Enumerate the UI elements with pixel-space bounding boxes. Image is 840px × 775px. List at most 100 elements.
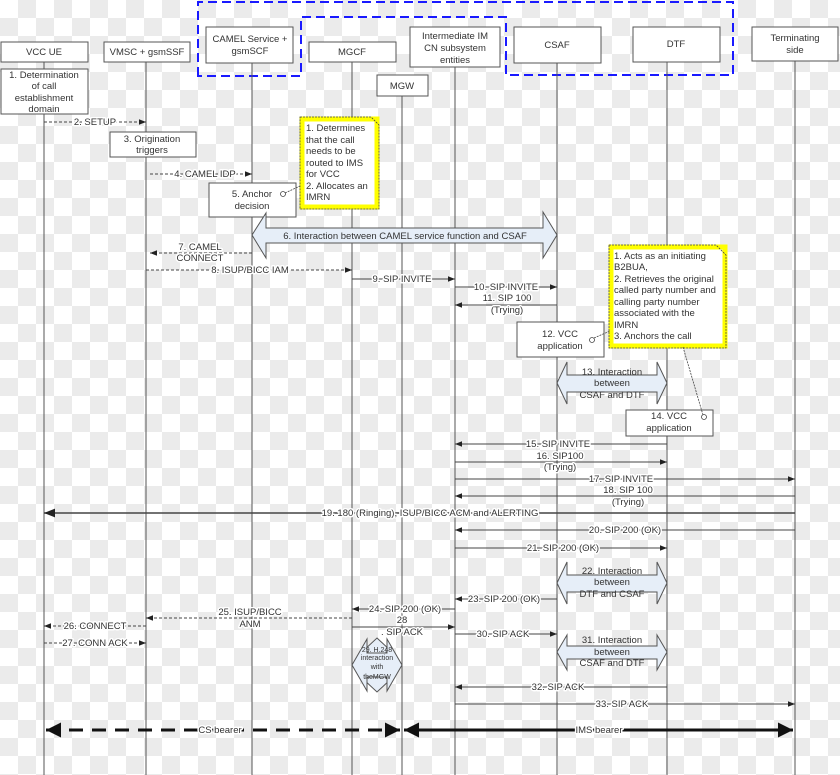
svg-text:21. SIP 200 (OK): 21. SIP 200 (OK) [527, 543, 599, 554]
svg-text:31. Interaction: 31. Interaction [582, 635, 642, 646]
svg-text:(Trying): (Trying) [491, 305, 523, 316]
svg-text:between: between [594, 378, 630, 389]
msg-30-sip-ack: 30. SIP ACK [455, 628, 557, 642]
svg-text:for VCC: for VCC [306, 169, 340, 180]
svg-text:entities: entities [440, 55, 470, 66]
participant-im-cn: Intermediate IMCN subsystementities [409, 26, 501, 68]
svg-text:CONNECT: CONNECT [177, 253, 224, 264]
svg-text:CN subsystem: CN subsystem [424, 43, 486, 54]
step-1-box: 1. Determinationof callestablishmentdoma… [0, 68, 89, 115]
svg-text:of call: of call [32, 81, 57, 92]
svg-text:IMS bearer: IMS bearer [576, 725, 623, 736]
svg-text:CSAF and DTF: CSAF and DTF [580, 390, 645, 401]
step-3-box: 3. Originationtriggers [109, 131, 197, 158]
svg-text:3. Origination: 3. Origination [124, 134, 181, 145]
svg-text:1. Acts as an initiating: 1. Acts as an initiating [614, 251, 706, 262]
svg-text:B2BUA,: B2BUA, [614, 262, 648, 273]
participant-camel: CAMEL Service +gsmSCF [205, 26, 294, 64]
svg-text:application: application [646, 423, 691, 434]
svg-text:13. Interaction: 13. Interaction [582, 367, 642, 378]
svg-text:DTF and CSAF: DTF and CSAF [580, 589, 645, 600]
svg-text:12. VCC: 12. VCC [542, 329, 578, 340]
msg-10-sip-invite: 10. SIP INVITE [455, 281, 557, 295]
svg-text:26. CONNECT: 26. CONNECT [64, 621, 127, 632]
svg-text:with: with [370, 664, 384, 671]
svg-text:7. CAMEL: 7. CAMEL [178, 242, 221, 253]
msg-23-sip-200: 23. SIP 200 (OK) [455, 593, 557, 607]
svg-text:application: application [537, 341, 582, 352]
sequence-diagram: VCC UE VMSC + gsmSSF CAMEL Service +gsmS… [0, 1, 839, 775]
svg-text:called party number and: called party number and [614, 285, 716, 296]
svg-text:5. Anchor: 5. Anchor [232, 189, 272, 200]
svg-text:25. ISUP/BICC: 25. ISUP/BICC [218, 607, 281, 618]
svg-text:gsmSCF: gsmSCF [232, 46, 269, 57]
msg-32-sip-ack: 32. SIP ACK [455, 681, 667, 695]
svg-text:19. 180 (Ringing), ISUP/BICC: 19. 180 (Ringing), ISUP/BICC ACM and ALE… [322, 508, 539, 519]
step-12-box: 12. VCCapplication [516, 321, 611, 358]
svg-text:24. SIP 200 (OK): 24. SIP 200 (OK) [369, 604, 441, 615]
msg-7-camel-connect: 7. CAMELCONNECT [150, 241, 252, 266]
svg-text:23. SIP 200 (OK): 23. SIP 200 (OK) [468, 594, 540, 605]
svg-text:VMSC + gsmSSF: VMSC + gsmSSF [110, 47, 185, 58]
svg-text:4. CAMEL IDP: 4. CAMEL IDP [174, 169, 235, 180]
svg-text:10. SIP INVITE: 10. SIP INVITE [474, 282, 538, 293]
msg-17-sip-invite: 17. SIP INVITE [455, 473, 795, 487]
interaction-31: 31. InteractionbetweenCSAF and DTF [556, 633, 668, 672]
svg-text:domain: domain [28, 104, 59, 115]
svg-text:2. Allocates an: 2. Allocates an [306, 181, 368, 192]
msg-11-sip-100: 11. SIP 100(Trying) [455, 292, 557, 318]
msg-19-ringing: 19. 180 (Ringing), ISUP/BICC ACM and ALE… [44, 507, 795, 521]
svg-text:(Trying): (Trying) [544, 462, 576, 473]
svg-text:30. SIP ACK: 30. SIP ACK [477, 629, 530, 640]
svg-text:CSAF: CSAF [544, 40, 570, 51]
participant-mgcf: MGCF [308, 41, 397, 63]
interaction-13: 13. InteractionbetweenCSAF and DTF [556, 361, 668, 405]
svg-text:CS bearer: CS bearer [198, 725, 241, 736]
svg-text:3. Anchors the call: 3. Anchors the call [614, 331, 692, 342]
participant-dtf: DTF [632, 26, 721, 63]
msg-18-sip-100: 18. SIP 100(Trying) [455, 484, 795, 510]
svg-text:2. Retrieves the original: 2. Retrieves the original [614, 274, 714, 285]
svg-text:22. Interaction: 22. Interaction [582, 566, 642, 577]
svg-text:CSAF and DTF: CSAF and DTF [580, 658, 645, 669]
svg-text:15. SIP INVITE: 15. SIP INVITE [526, 439, 590, 450]
svg-text:Terminating: Terminating [770, 33, 819, 44]
svg-text:theMGW: theMGW [363, 674, 391, 681]
svg-text:. SIP ACK: . SIP ACK [381, 627, 424, 638]
msg-16-sip-100: 16. SIP100(Trying) [455, 450, 667, 475]
svg-text:that the call: that the call [306, 135, 355, 146]
svg-text:14. VCC: 14. VCC [651, 411, 687, 422]
msg-27-conn-ack: 27. CONN ACK [44, 637, 146, 651]
svg-text:11. SIP 100: 11. SIP 100 [483, 293, 532, 304]
msg-9-sip-invite: 9. SIP INVITE [352, 273, 455, 287]
svg-text:calling party number: calling party number [614, 297, 700, 308]
cs-bearer: CS bearer [46, 722, 400, 738]
msg-28-sip-ack: 28. SIP ACK [352, 614, 455, 640]
svg-text:VCC UE: VCC UE [26, 47, 62, 58]
svg-text:16. SIP100: 16. SIP100 [536, 451, 583, 462]
svg-text:8. ISUP/BICC IAM: 8. ISUP/BICC IAM [211, 265, 289, 276]
svg-text:DTF: DTF [667, 39, 686, 50]
svg-text:ANM: ANM [239, 619, 260, 630]
svg-text:27. CONN ACK: 27. CONN ACK [62, 638, 128, 649]
svg-text:IMRN: IMRN [614, 320, 638, 331]
svg-text:needs to be: needs to be [306, 146, 356, 157]
svg-text:between: between [594, 647, 630, 658]
svg-text:CAMEL Service +: CAMEL Service + [213, 34, 288, 45]
svg-text:side: side [786, 45, 803, 56]
svg-text:28: 28 [397, 615, 408, 626]
msg-26-connect: 26. CONNECT [44, 620, 146, 634]
svg-text:associated with the: associated with the [614, 308, 695, 319]
interaction-22: 22. InteractionbetweenDTF and CSAF [556, 561, 668, 605]
svg-text:Intermediate IM: Intermediate IM [422, 31, 488, 42]
svg-text:6. Interaction between CAMEL s: 6. Interaction between CAMEL service fun… [283, 231, 527, 242]
msg-2-setup: 2. SETUP [44, 116, 146, 130]
participant-terminating: Terminatingside [751, 26, 839, 62]
svg-text:MGCF: MGCF [338, 47, 366, 58]
msg-15-sip-invite: 15. SIP INVITE [455, 438, 667, 452]
svg-text:IMRN: IMRN [306, 192, 330, 203]
svg-text:2. SETUP: 2. SETUP [74, 117, 116, 128]
svg-text:1. Determination: 1. Determination [9, 70, 79, 81]
msg-20-sip-200: 20. SIP 200 (OK) [455, 524, 795, 538]
step-5-box: 5. Anchordecision [208, 182, 301, 218]
